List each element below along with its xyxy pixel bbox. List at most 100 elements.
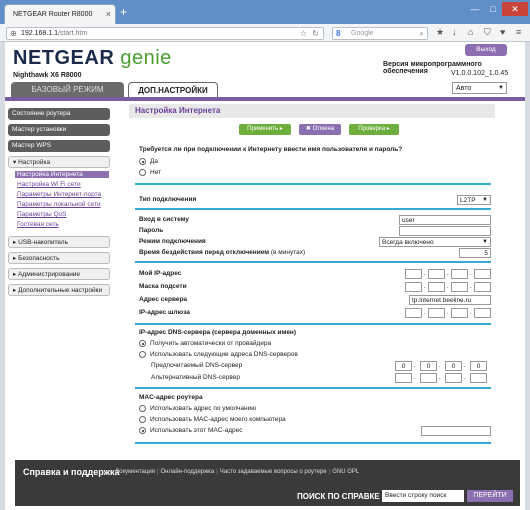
ip-dot: .: [439, 375, 441, 381]
close-window-button[interactable]: ✕: [502, 2, 528, 16]
dns-primary-octet-input[interactable]: 0: [395, 361, 412, 371]
subnet-octet-input[interactable]: [474, 282, 491, 292]
footer-link-docs[interactable]: Документация: [115, 469, 155, 475]
login-question: Требуется ли при подключении к Интернету…: [139, 146, 403, 153]
logout-button[interactable]: Выход: [465, 44, 507, 56]
subnet-label: Маска подсети: [139, 283, 187, 290]
logo-netgear: NETGEAR: [13, 47, 115, 69]
shield-icon[interactable]: ⛉: [484, 27, 491, 38]
cancel-button[interactable]: ✖ Отмена: [299, 124, 341, 135]
tab-advanced[interactable]: ДОП.НАСТРОЙКИ: [128, 82, 218, 97]
ip-octet-input[interactable]: [405, 269, 422, 279]
ip-dot: .: [414, 375, 416, 381]
language-select[interactable]: Авто ▼: [452, 82, 507, 94]
pocket-icon[interactable]: ♥: [500, 27, 505, 37]
mac-address-input[interactable]: [421, 426, 491, 436]
browser-tab[interactable]: NETGEAR Router R8000 ×: [4, 4, 116, 24]
ip-octet-input[interactable]: [451, 269, 468, 279]
help-search-button[interactable]: ПЕРЕЙТИ: [467, 490, 513, 502]
sidebar-item-setup-wizard[interactable]: Мастер установки: [8, 124, 110, 136]
gateway-octet-input[interactable]: [451, 308, 468, 318]
gateway-octet-input[interactable]: [405, 308, 422, 318]
sidebar-item-advanced-setup[interactable]: ▸ Дополнительные настройки: [8, 284, 110, 296]
sidebar-subitem-guest[interactable]: Гостевая сеть: [17, 221, 59, 228]
router-page: NETGEAR genie Nighthawk X6 R8000 Выход В…: [5, 42, 525, 510]
new-tab-button[interactable]: +: [120, 6, 127, 18]
ip-octet-input[interactable]: [474, 269, 491, 279]
dns-primary-octet-input[interactable]: 0: [445, 361, 462, 371]
language-value: Авто: [456, 85, 472, 92]
password-input[interactable]: [399, 226, 491, 236]
tab-basic[interactable]: БАЗОВЫЙ РЕЖИМ: [11, 82, 124, 97]
dns-secondary-label: Альтернативный DNS-сервер: [151, 374, 240, 381]
sidebar-item-router-status[interactable]: Состояние роутера: [8, 108, 110, 120]
dns-primary-octet-input[interactable]: 0: [470, 361, 487, 371]
download-icon[interactable]: ↓: [452, 27, 457, 37]
ip-dot: .: [439, 363, 441, 369]
ip-dot: .: [447, 271, 449, 277]
dns-primary-octet-input[interactable]: 0: [420, 361, 437, 371]
reload-icon[interactable]: ↻: [312, 29, 319, 38]
sidebar-subitem-wifi[interactable]: Настройка Wi Fi сети: [17, 181, 81, 188]
dns-secondary-octet-input[interactable]: [420, 373, 437, 383]
radio-no[interactable]: [139, 169, 146, 176]
subnet-octet-input[interactable]: [428, 282, 445, 292]
sidebar-subitem-internet-setup[interactable]: Настройка Интернета: [15, 171, 109, 178]
gateway-octet-input[interactable]: [428, 308, 445, 318]
sidebar-subitem-qos[interactable]: Параметры QoS: [17, 211, 66, 218]
apply-button[interactable]: Применить ▸: [239, 124, 291, 135]
maximize-button[interactable]: □: [484, 2, 502, 16]
bookmarks-icon[interactable]: ★: [436, 27, 444, 38]
close-tab-icon[interactable]: ×: [106, 9, 111, 19]
header-band: [5, 97, 525, 101]
subnet-octet-input[interactable]: [405, 282, 422, 292]
footer-link-faq[interactable]: Часто задаваемые вопросы о роутере: [220, 469, 327, 475]
radio-dns-auto-label: Получить автоматически от провайдера: [150, 340, 272, 347]
subnet-octet-input[interactable]: [451, 282, 468, 292]
idle-time-input[interactable]: 5: [459, 248, 491, 258]
footer-link-gpl[interactable]: GNU GPL: [332, 469, 359, 475]
test-button[interactable]: Проверка ▸: [349, 124, 399, 135]
radio-mac-this-label: Использовать этот MAC-адрес: [150, 427, 243, 434]
dns-secondary-octet-input[interactable]: [470, 373, 487, 383]
help-search-input[interactable]: Ввести строку поиск: [382, 490, 464, 502]
radio-mac-default[interactable]: [139, 405, 146, 412]
footer-link-online-support[interactable]: Онлайн-поддержка: [161, 469, 215, 475]
radio-yes[interactable]: [139, 158, 146, 165]
ip-octet-input[interactable]: [428, 269, 445, 279]
address-bar[interactable]: ⊕ 192.168.1.1/start.htm ☆ ↻: [6, 27, 324, 40]
ip-dot: .: [424, 310, 426, 316]
divider: [135, 387, 491, 389]
globe-icon: ⊕: [10, 29, 17, 38]
home-icon[interactable]: ⌂: [468, 27, 473, 37]
sidebar-item-wps-wizard[interactable]: Мастер WPS: [8, 140, 110, 152]
dns-secondary-octet-input[interactable]: [395, 373, 412, 383]
mode-value: Всегда включено: [382, 239, 434, 246]
sidebar-item-setup[interactable]: ▾ Настройка: [8, 156, 110, 168]
radio-mac-computer[interactable]: [139, 416, 146, 423]
search-icon[interactable]: ⌕: [420, 29, 424, 39]
server-input[interactable]: tp.internet.beeline.ru: [409, 295, 491, 305]
radio-mac-this[interactable]: [139, 427, 146, 434]
sidebar-item-admin[interactable]: ▸ Администрирование: [8, 268, 110, 280]
radio-dns-auto[interactable]: [139, 340, 146, 347]
menu-icon[interactable]: ≡: [516, 27, 521, 37]
mac-title: MAC-адрес роутера: [139, 394, 203, 401]
radio-dns-manual-label: Использовать следующие адреса DNS-сервер…: [150, 351, 298, 358]
dns-secondary-octet-input[interactable]: [445, 373, 462, 383]
mode-select[interactable]: Всегда включено ▼: [379, 237, 491, 247]
bookmark-star-icon[interactable]: ☆: [300, 29, 307, 38]
help-search-label: ПОИСК ПО СПРАВКЕ: [297, 492, 380, 501]
browser-tab-bar: NETGEAR Router R8000 × + — □ ✕: [0, 0, 530, 24]
radio-dns-manual[interactable]: [139, 351, 146, 358]
conn-type-select[interactable]: L2TP ▼: [457, 195, 491, 205]
login-input[interactable]: user: [399, 215, 491, 225]
sidebar-subitem-wan[interactable]: Параметры Интернет-порта: [17, 191, 101, 198]
sidebar-subitem-lan[interactable]: Параметры локальной сети: [17, 201, 101, 208]
minimize-button[interactable]: —: [466, 2, 484, 16]
search-bar[interactable]: 8 Google ⌕: [332, 27, 428, 40]
sidebar-item-security[interactable]: ▸ Безопасность: [8, 252, 110, 264]
gateway-octet-input[interactable]: [474, 308, 491, 318]
netgear-genie-logo: NETGEAR genie: [13, 47, 172, 70]
sidebar-item-usb[interactable]: ▸ USB-накопитель: [8, 236, 110, 248]
